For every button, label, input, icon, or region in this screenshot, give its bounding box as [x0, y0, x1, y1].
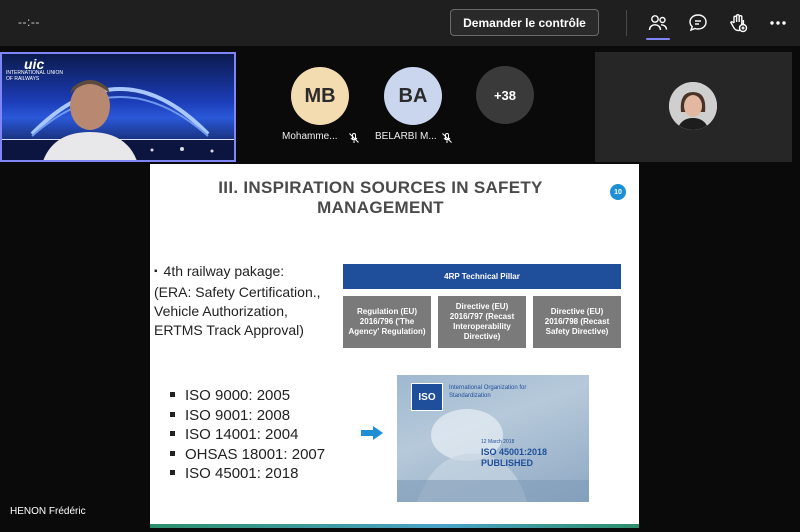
pillar-box: Regulation (EU) 2016/796 ('The Agency' R…: [343, 296, 431, 348]
avatar: MB: [291, 67, 349, 125]
slide-title: III. INSPIRATION SOURCES IN SAFETY MANAG…: [170, 178, 591, 218]
list-item: ISO 9000: 2005: [170, 386, 325, 406]
rail-line: (ERA: Safety Certification.,: [154, 284, 321, 300]
avatar: BA: [384, 67, 442, 125]
meeting-timer: --:--: [18, 15, 40, 29]
slide-footer-bar: [150, 524, 639, 528]
list-item: ISO 14001: 2004: [170, 425, 325, 445]
presenter-name-label: HENON Frédéric: [10, 506, 86, 517]
uic-logo: uic: [24, 56, 45, 72]
arrow-right-icon: [361, 426, 383, 440]
raise-hand-icon[interactable]: [726, 11, 750, 35]
participant-photo-panel[interactable]: [595, 52, 792, 162]
rail-line: ERTMS Track Approval): [154, 322, 304, 338]
participant-photo-avatar: [669, 82, 717, 130]
iso-organization-text: International Organization for Standardi…: [449, 385, 527, 399]
slide-title-line: MANAGEMENT: [317, 198, 444, 217]
meeting-top-bar: --:-- Demander le contrôle: [0, 0, 800, 46]
chat-icon[interactable]: [686, 11, 710, 35]
participant-name: Mohamme...: [282, 131, 338, 142]
request-control-button[interactable]: Demander le contrôle: [450, 9, 599, 36]
pillar-box: Directive (EU) 2016/797 (Recast Interope…: [438, 296, 526, 348]
participant-tile[interactable]: MB: [291, 67, 351, 125]
mic-off-icon: [349, 133, 359, 143]
slide-title-line: III. INSPIRATION SOURCES IN SAFETY: [218, 178, 543, 197]
rail-line: 4th railway pakage:: [163, 263, 285, 279]
toolbar-divider: [626, 10, 627, 36]
presenter-video-tile[interactable]: INTERNATIONAL UNION OF RAILWAYS uic: [0, 52, 236, 162]
technical-pillar-header: 4RP Technical Pillar: [343, 264, 621, 289]
people-active-indicator: [646, 38, 670, 40]
participant-tile[interactable]: BA: [384, 67, 444, 125]
iso-standard-text: ISO 45001:2018 PUBLISHED: [481, 447, 548, 468]
slide-page-number: 10: [610, 184, 626, 200]
iso-announcement-image: ISO International Organization for Stand…: [397, 375, 589, 502]
shared-slide: III. INSPIRATION SOURCES IN SAFETY MANAG…: [150, 164, 639, 528]
more-participants-button[interactable]: +38: [476, 66, 534, 124]
list-item: ISO 45001: 2018: [170, 464, 325, 484]
participant-name: BELARBI M...: [375, 131, 437, 142]
iso-date-text: 12 March 2018: [481, 439, 515, 445]
bullet-icon: ▪: [154, 266, 158, 277]
iso-standards-list: ISO 9000: 2005 ISO 9001: 2008 ISO 14001:…: [170, 386, 325, 484]
mic-off-icon: [442, 133, 452, 143]
railway-package-text: ▪ 4th railway pakage: (ERA: Safety Certif…: [154, 262, 339, 340]
list-item: OHSAS 18001: 2007: [170, 445, 325, 465]
rail-line: Vehicle Authorization,: [154, 303, 288, 319]
list-item: ISO 9001: 2008: [170, 406, 325, 426]
more-options-icon[interactable]: [766, 11, 790, 35]
iso-logo: ISO: [411, 383, 443, 411]
people-icon[interactable]: [646, 11, 670, 35]
pillar-box: Directive (EU) 2016/798 (Recast Safety D…: [533, 296, 621, 348]
